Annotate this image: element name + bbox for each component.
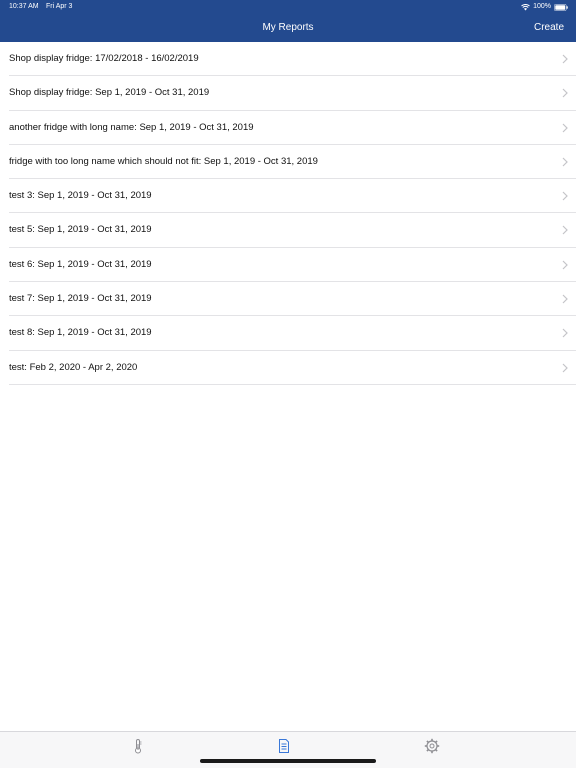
reports-list: Shop display fridge: 17/02/2018 - 16/02/… xyxy=(0,42,576,385)
chevron-right-icon xyxy=(562,123,568,133)
report-label: Shop display fridge: Sep 1, 2019 - Oct 3… xyxy=(9,87,210,99)
chevron-right-icon xyxy=(562,54,568,64)
report-row[interactable]: Shop display fridge: Sep 1, 2019 - Oct 3… xyxy=(9,76,576,111)
status-time: 10:37 AM xyxy=(9,3,39,10)
status-bar: 10:37 AM Fri Apr 3 100% xyxy=(0,0,576,14)
tab-thermometer-icon[interactable] xyxy=(130,738,146,754)
create-button[interactable]: Create xyxy=(534,14,564,42)
report-label: test 7: Sep 1, 2019 - Oct 31, 2019 xyxy=(9,293,152,305)
report-label: test 5: Sep 1, 2019 - Oct 31, 2019 xyxy=(9,224,152,236)
status-date: Fri Apr 3 xyxy=(46,3,73,10)
battery-icon xyxy=(554,3,568,11)
screen: 10:37 AM Fri Apr 3 100% My Reports Creat… xyxy=(0,0,576,768)
report-row[interactable]: fridge with too long name which should n… xyxy=(9,145,576,180)
status-right: 100% xyxy=(521,0,568,14)
chevron-right-icon xyxy=(562,226,568,235)
report-row[interactable]: test 6: Sep 1, 2019 - Oct 31, 2019 xyxy=(9,248,576,283)
report-label: fridge with too long name which should n… xyxy=(9,155,318,167)
report-label: test 8: Sep 1, 2019 - Oct 31, 2019 xyxy=(9,327,152,339)
tab-gear-icon[interactable] xyxy=(424,738,440,754)
report-row[interactable]: test 5: Sep 1, 2019 - Oct 31, 2019 xyxy=(9,213,576,248)
report-row[interactable]: test: Feb 2, 2020 - Apr 2, 2020 xyxy=(9,351,576,385)
chevron-right-icon xyxy=(562,157,568,167)
report-row[interactable]: test 8: Sep 1, 2019 - Oct 31, 2019 xyxy=(9,316,576,351)
report-label: Shop display fridge: 17/02/2018 - 16/02/… xyxy=(9,53,199,64)
report-label: test 6: Sep 1, 2019 - Oct 31, 2019 xyxy=(9,258,152,270)
nav-bar: My Reports Create xyxy=(0,14,576,42)
home-indicator xyxy=(200,759,376,763)
report-row[interactable]: another fridge with long name: Sep 1, 20… xyxy=(9,111,576,145)
chevron-right-icon xyxy=(562,191,568,201)
chevron-right-icon xyxy=(562,88,568,98)
page-title: My Reports xyxy=(262,22,314,33)
chevron-right-icon xyxy=(562,328,568,338)
chevron-right-icon xyxy=(562,260,568,270)
report-label: test: Feb 2, 2020 - Apr 2, 2020 xyxy=(9,361,138,373)
chevron-right-icon xyxy=(562,294,568,304)
header: 10:37 AM Fri Apr 3 100% My Reports Creat… xyxy=(0,0,576,42)
report-row[interactable]: Shop display fridge: 17/02/2018 - 16/02/… xyxy=(9,42,576,77)
battery-percent: 100% xyxy=(533,3,551,10)
wifi-icon xyxy=(521,3,530,10)
tab-document-icon[interactable] xyxy=(276,738,292,754)
report-row[interactable]: test 7: Sep 1, 2019 - Oct 31, 2019 xyxy=(9,282,576,317)
report-row[interactable]: test 3: Sep 1, 2019 - Oct 31, 2019 xyxy=(9,179,576,214)
chevron-right-icon xyxy=(562,363,568,373)
report-label: test 3: Sep 1, 2019 - Oct 31, 2019 xyxy=(9,190,152,202)
report-label: another fridge with long name: Sep 1, 20… xyxy=(9,121,254,133)
